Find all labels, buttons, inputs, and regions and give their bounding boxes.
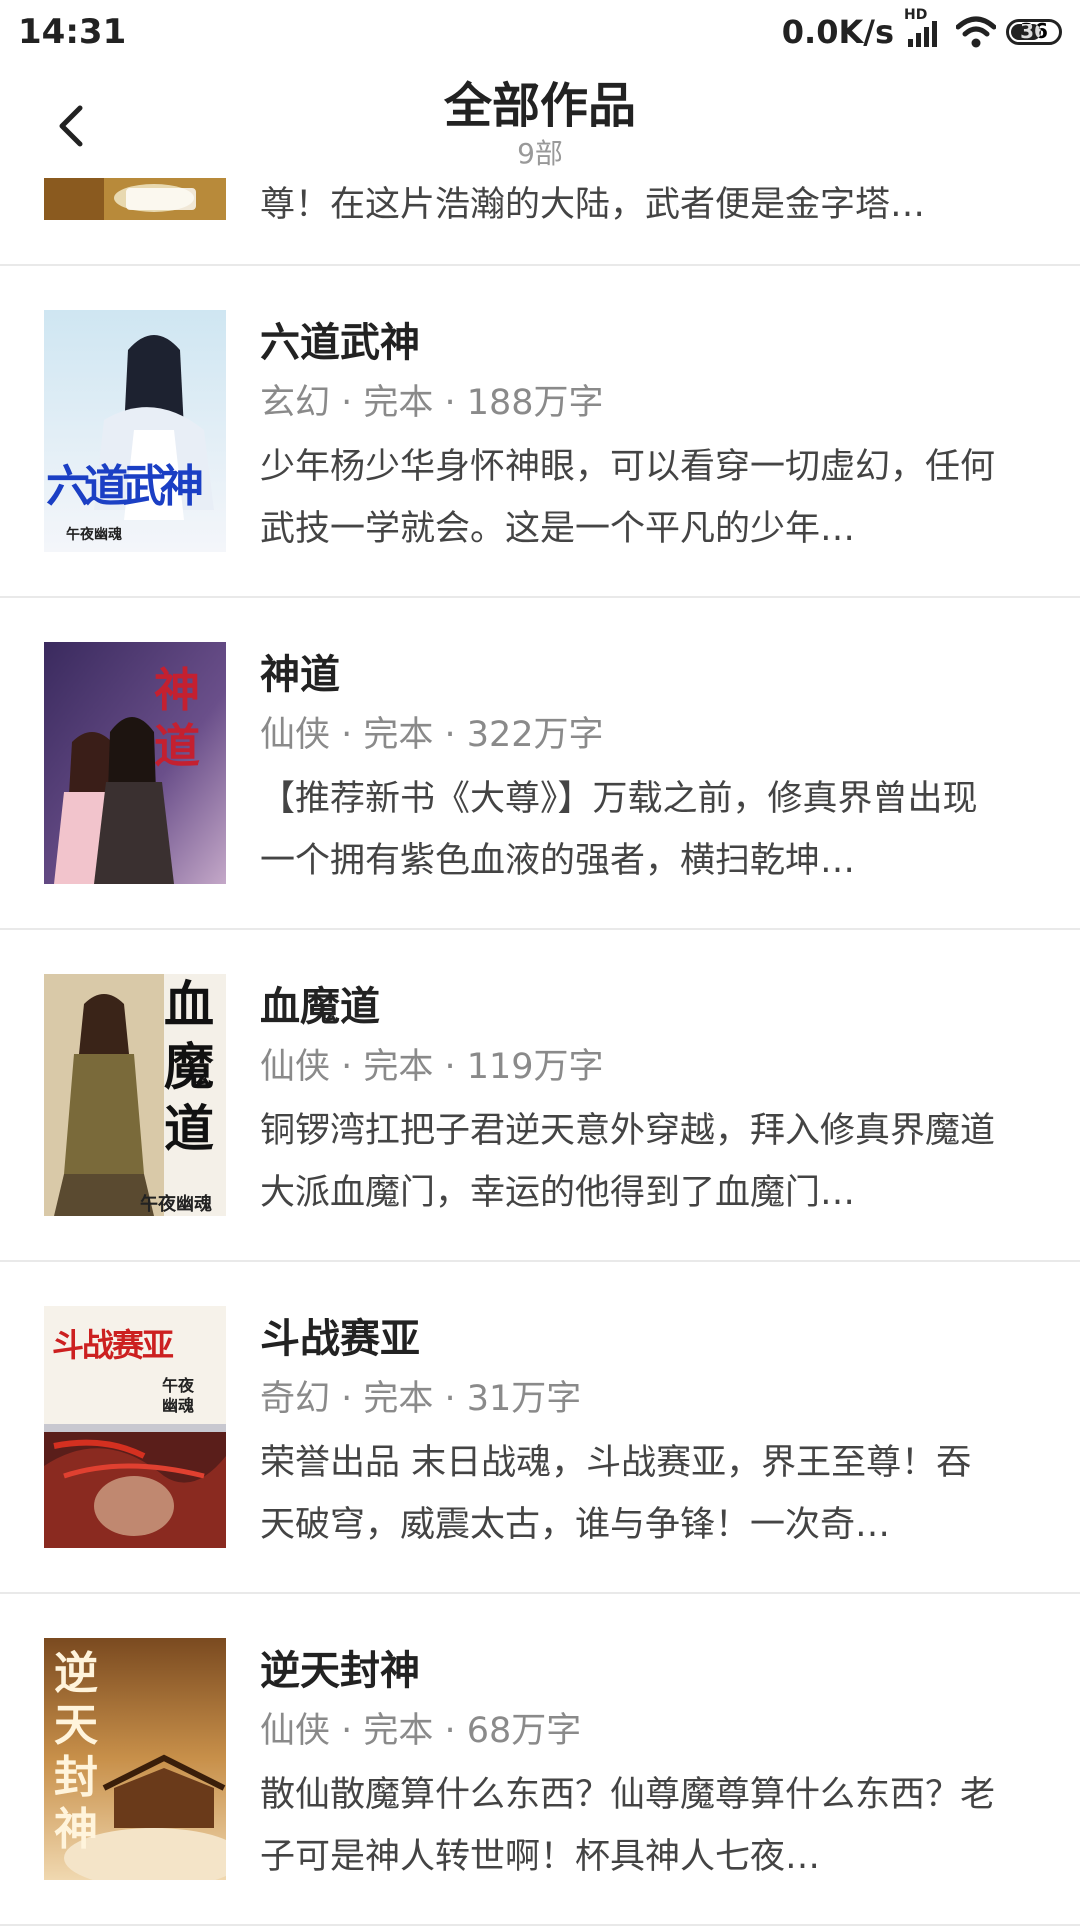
book-meta: 奇幻 · 完本 · 31万字	[260, 1379, 582, 1419]
book-title: 六道武神	[260, 320, 420, 366]
book-cover: 血魔道 午夜幽魂	[44, 974, 226, 1216]
cover-author-text: 午夜幽魂	[162, 1376, 195, 1415]
book-meta: 仙侠 · 完本 · 322万字	[260, 715, 604, 755]
book-cover: 斗战赛亚 午夜幽魂	[44, 1306, 226, 1548]
signal-icon: HD	[904, 7, 946, 51]
book-meta: 仙侠 · 完本 · 119万字	[260, 1047, 604, 1087]
book-title: 血魔道	[260, 984, 380, 1030]
status-time: 14:31	[18, 12, 127, 52]
book-description: 少年杨少华身怀神眼，可以看穿一切虚幻，任何武技一学就会。这是一个平凡的少年…	[260, 447, 996, 549]
cover-title-text: 斗战赛亚	[52, 1326, 174, 1364]
book-meta: 玄幻 · 完本 · 188万字	[260, 383, 604, 423]
book-cover: 逆天封神	[44, 1638, 226, 1880]
cover-author-text: 午夜幽魂	[140, 1194, 212, 1215]
list-item-book[interactable]: 逆天封神 逆天封神 仙侠 · 完本 · 68万字 散仙散魔算什么东西？仙尊魔尊算…	[0, 1594, 1080, 1924]
status-bar: 14:31 0.0K/s HD 36	[0, 0, 1080, 66]
battery-icon: 36	[1006, 19, 1062, 45]
book-cover	[44, 178, 226, 220]
book-cover: 神道	[44, 642, 226, 884]
battery-level: 36	[1020, 19, 1048, 43]
status-icons: 0.0K/s HD 36	[781, 7, 1062, 54]
book-description: 铜锣湾扛把子君逆天意外穿越，拜入修真界魔道大派血魔门，幸运的他得到了血魔门…	[260, 1111, 996, 1213]
wifi-icon	[956, 16, 996, 48]
page-header: 全部作品 9部	[0, 66, 1080, 178]
book-description: 【推荐新书《大尊》】万载之前，修真界曾出现一个拥有紫色血液的强者，横扫乾坤…	[260, 779, 978, 881]
book-meta: 仙侠 · 完本 · 68万字	[260, 1711, 582, 1751]
network-speed: 0.0K/s	[781, 13, 894, 51]
list-item-book[interactable]: 血魔道 午夜幽魂 血魔道 仙侠 · 完本 · 119万字 铜锣湾扛把子君逆天意外…	[0, 930, 1080, 1260]
book-description: 散仙散魔算什么东西？仙尊魔尊算什么东西？老子可是神人转世啊！杯具神人七夜…	[260, 1775, 996, 1877]
page-title: 全部作品	[443, 78, 636, 134]
list-item-partial[interactable]: 尊！在这片浩瀚的大陆，武者便是金字塔…	[0, 178, 1080, 264]
book-cover: 六道武神 午夜幽魂	[44, 310, 226, 552]
cover-title-text: 神道	[154, 663, 200, 773]
book-description: 尊！在这片浩瀚的大陆，武者便是金字塔…	[260, 185, 926, 225]
list-item-book[interactable]: 斗战赛亚 午夜幽魂 斗战赛亚 奇幻 · 完本 · 31万字 荣誉出品 末日战魂，…	[0, 1262, 1080, 1592]
book-title: 神道	[260, 652, 340, 698]
list-item-book[interactable]: 六道武神 午夜幽魂 六道武神 玄幻 · 完本 · 188万字 少年杨少华身怀神眼…	[0, 266, 1080, 596]
works-count: 9部	[517, 137, 563, 170]
book-title: 斗战赛亚	[260, 1316, 420, 1362]
cover-author-text: 午夜幽魂	[66, 527, 122, 543]
book-description: 荣誉出品 末日战魂，斗战赛亚，界王至尊！吞天破穹，威震太古，谁与争锋！一次奇…	[260, 1443, 972, 1545]
cover-title-text: 逆天封神	[54, 1648, 98, 1855]
list-item-book[interactable]: 神道 神道 仙侠 · 完本 · 322万字 【推荐新书《大尊》】万载之前，修真界…	[0, 598, 1080, 928]
cover-title-text: 六道武神	[46, 461, 204, 512]
book-title: 逆天封神	[260, 1648, 420, 1694]
cover-title-text: 血魔道	[164, 976, 214, 1158]
